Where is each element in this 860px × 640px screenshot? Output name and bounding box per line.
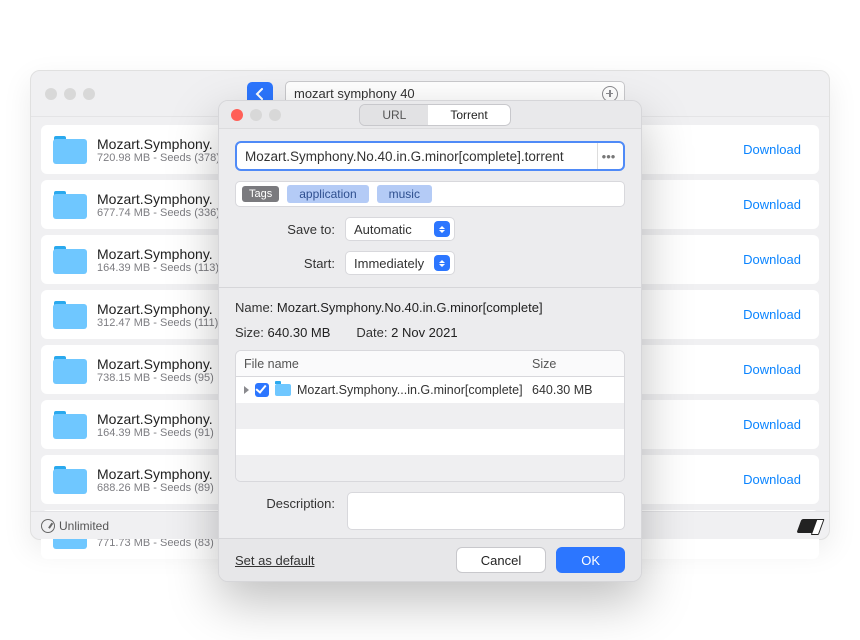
search-text: mozart symphony 40 — [294, 86, 415, 101]
folder-icon — [53, 136, 87, 164]
start-label: Start: — [235, 256, 335, 271]
sheet-titlebar: URL Torrent — [219, 101, 641, 129]
col-filename[interactable]: File name — [244, 357, 532, 371]
speed-status: Unlimited — [41, 519, 109, 533]
source-segment[interactable]: URL Torrent — [359, 104, 510, 126]
traffic-close-icon[interactable] — [45, 88, 57, 100]
download-link[interactable]: Download — [743, 417, 801, 432]
gauge-icon — [41, 519, 55, 533]
chevron-updown-icon — [434, 221, 450, 237]
checkbox-icon[interactable] — [255, 383, 269, 397]
folder-icon — [53, 411, 87, 439]
tab-url[interactable]: URL — [360, 105, 428, 125]
add-download-sheet: URL Torrent Mozart.Symphony.No.40.in.G.m… — [218, 100, 642, 582]
download-link[interactable]: Download — [743, 362, 801, 377]
folder-icon — [53, 466, 87, 494]
tag-music[interactable]: music — [377, 185, 432, 203]
file-row[interactable]: Mozart.Symphony...in.G.minor[complete] 6… — [236, 377, 624, 403]
date-field: Date: 2 Nov 2021 — [356, 325, 457, 340]
sheet-close-icon[interactable] — [231, 109, 243, 121]
download-link[interactable]: Download — [743, 472, 801, 487]
file-name: Mozart.Symphony...in.G.minor[complete] — [297, 383, 523, 397]
file-size: 640.30 MB — [532, 383, 616, 397]
tag-application[interactable]: application — [287, 185, 368, 203]
download-link[interactable]: Download — [743, 307, 801, 322]
name-field: Name: Mozart.Symphony.No.40.in.G.minor[c… — [235, 300, 543, 315]
tags-label: Tags — [242, 186, 279, 202]
eraser-icon[interactable] — [796, 519, 821, 533]
disclosure-icon[interactable] — [244, 386, 249, 394]
chevron-left-icon — [255, 88, 265, 100]
window-controls[interactable] — [45, 88, 95, 100]
chevron-updown-icon — [434, 255, 450, 271]
torrent-path-value: Mozart.Symphony.No.40.in.G.minor[complet… — [245, 149, 597, 164]
torrent-path-input[interactable]: Mozart.Symphony.No.40.in.G.minor[complet… — [235, 141, 625, 171]
size-field: Size: 640.30 MB — [235, 325, 330, 340]
tab-torrent[interactable]: Torrent — [428, 105, 509, 125]
description-input[interactable] — [347, 492, 625, 530]
folder-icon — [53, 301, 87, 329]
cancel-button[interactable]: Cancel — [456, 547, 546, 573]
folder-icon — [53, 356, 87, 384]
browse-button[interactable]: ••• — [597, 143, 619, 169]
save-to-select[interactable]: Automatic — [345, 217, 455, 241]
folder-icon — [275, 384, 291, 396]
sheet-min-icon — [250, 109, 262, 121]
description-label: Description: — [235, 496, 335, 511]
folder-icon — [53, 191, 87, 219]
start-select[interactable]: Immediately — [345, 251, 455, 275]
ok-button[interactable]: OK — [556, 547, 625, 573]
traffic-min-icon[interactable] — [64, 88, 76, 100]
download-link[interactable]: Download — [743, 142, 801, 157]
download-link[interactable]: Download — [743, 197, 801, 212]
traffic-max-icon[interactable] — [83, 88, 95, 100]
folder-icon — [53, 246, 87, 274]
sheet-max-icon — [269, 109, 281, 121]
col-size[interactable]: Size — [532, 357, 616, 371]
save-to-label: Save to: — [235, 222, 335, 237]
tags-field[interactable]: Tags application music — [235, 181, 625, 207]
download-link[interactable]: Download — [743, 252, 801, 267]
sheet-footer: Set as default Cancel OK — [219, 538, 641, 581]
set-default-link[interactable]: Set as default — [235, 553, 315, 568]
files-table: File name Size Mozart.Symphony...in.G.mi… — [235, 350, 625, 482]
